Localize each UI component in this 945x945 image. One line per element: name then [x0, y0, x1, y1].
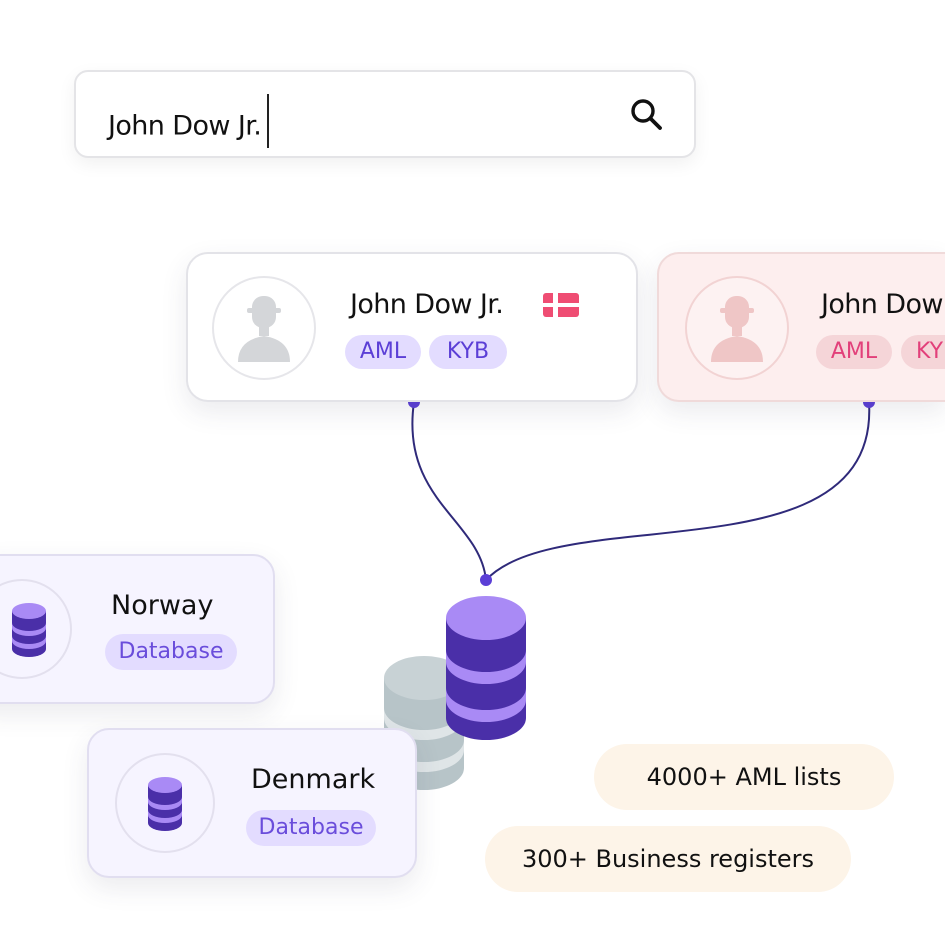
connector-dot — [480, 574, 492, 586]
search-input[interactable]: John Dow Jr. — [108, 94, 270, 154]
database-icon — [148, 777, 182, 831]
database-name: Norway — [111, 590, 214, 621]
text-caret — [267, 94, 270, 148]
database-card-norway[interactable]: Norway Database — [0, 554, 275, 704]
result-card-john-dow-jr[interactable]: John Dow Jr. AML KYB — [186, 252, 638, 402]
tag-ky: KY — [901, 335, 945, 369]
database-name: Denmark — [251, 764, 376, 795]
tag-aml: AML — [345, 335, 421, 369]
database-icon — [12, 603, 46, 657]
purple-database-icon — [446, 596, 526, 740]
tag-aml: AML — [816, 335, 892, 369]
result-name: John Dow — [821, 289, 943, 320]
tag-kyb: KYB — [429, 335, 507, 369]
search-icon[interactable] — [628, 96, 664, 132]
database-tag: Database — [105, 634, 237, 670]
denmark-flag-icon — [543, 293, 579, 317]
stat-aml-lists: 4000+ AML lists — [594, 744, 894, 810]
stat-business-registers: 300+ Business registers — [485, 826, 851, 892]
database-avatar — [0, 579, 72, 679]
database-avatar — [115, 753, 215, 853]
database-tag: Database — [246, 810, 376, 846]
person-silhouette-icon — [238, 296, 290, 362]
database-card-denmark[interactable]: Denmark Database — [87, 728, 417, 878]
search-input-value: John Dow Jr. — [108, 110, 262, 142]
result-name: John Dow Jr. — [350, 289, 504, 320]
search-bar[interactable]: John Dow Jr. — [74, 70, 696, 158]
avatar — [212, 276, 316, 380]
result-card-john-dow[interactable]: John Dow AML KY — [657, 252, 945, 402]
avatar — [685, 276, 789, 380]
person-silhouette-icon — [711, 296, 763, 362]
